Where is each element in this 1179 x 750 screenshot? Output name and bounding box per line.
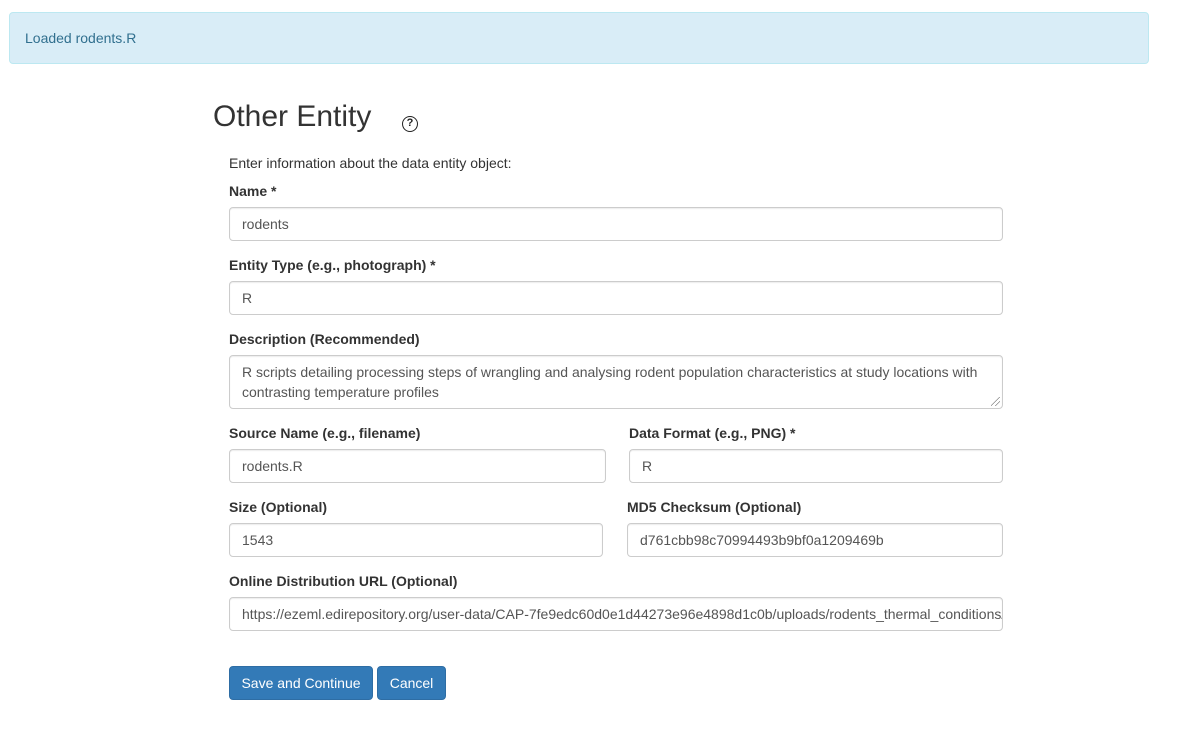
size-label: Size (Optional): [229, 499, 327, 515]
name-label: Name *: [229, 183, 277, 199]
url-label: Online Distribution URL (Optional): [229, 573, 458, 589]
resize-handle-icon[interactable]: [991, 397, 1000, 406]
data-format-input[interactable]: R: [629, 449, 1003, 483]
description-textarea[interactable]: R scripts detailing processing steps of …: [229, 355, 1003, 409]
save-and-continue-button[interactable]: Save and Continue: [229, 666, 373, 700]
description-text: R scripts detailing processing steps of …: [242, 364, 978, 400]
page-title: Other Entity: [213, 100, 372, 133]
cancel-button[interactable]: Cancel: [377, 666, 446, 700]
size-input[interactable]: 1543: [229, 523, 603, 557]
url-input[interactable]: https://ezeml.edirepository.org/user-dat…: [229, 597, 1003, 631]
name-input[interactable]: rodents: [229, 207, 1003, 241]
intro-text: Enter information about the data entity …: [229, 155, 512, 171]
entity-type-label: Entity Type (e.g., photograph) *: [229, 257, 436, 273]
source-name-label: Source Name (e.g., filename): [229, 425, 421, 441]
md5-label: MD5 Checksum (Optional): [627, 499, 802, 515]
help-icon[interactable]: ?: [402, 116, 418, 132]
entity-type-input[interactable]: R: [229, 281, 1003, 315]
description-label: Description (Recommended): [229, 331, 420, 347]
data-format-label: Data Format (e.g., PNG) *: [629, 425, 796, 441]
md5-input[interactable]: d761cbb98c70994493b9bf0a1209469b: [627, 523, 1003, 557]
info-alert: Loaded rodents.R: [9, 12, 1149, 64]
source-name-input[interactable]: rodents.R: [229, 449, 606, 483]
alert-message: Loaded rodents.R: [25, 30, 137, 46]
